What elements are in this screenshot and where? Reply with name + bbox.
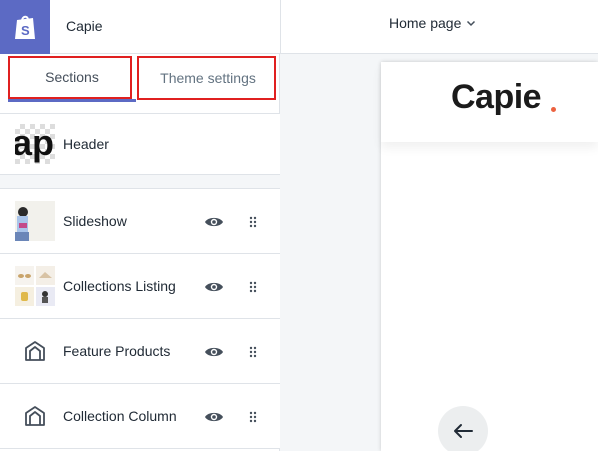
collections-thumbnail-art <box>15 266 55 306</box>
topbar-divider <box>280 0 281 54</box>
section-template-icon <box>25 341 45 361</box>
page-select-label: Home page <box>389 15 462 31</box>
header-thumbnail: ap <box>15 124 55 164</box>
section-row-slideshow[interactable]: Slideshow <box>0 189 280 254</box>
brand-dot <box>551 107 556 112</box>
section-label-collections-listing: Collections Listing <box>63 278 176 294</box>
preview-header: Capie <box>381 62 598 142</box>
eye-icon[interactable] <box>204 410 224 424</box>
tab-theme-settings-label: Theme settings <box>160 70 256 86</box>
section-template-icon <box>25 406 45 426</box>
store-preview-frame[interactable]: Capie <box>381 62 598 451</box>
chevron-down-icon <box>467 20 476 27</box>
eye-icon[interactable] <box>204 345 224 359</box>
store-name: Capie <box>66 18 103 34</box>
drag-handle-icon[interactable] <box>249 216 257 228</box>
slideshow-thumbnail <box>15 201 55 241</box>
section-label-feature-products: Feature Products <box>63 343 171 359</box>
drag-handle-icon[interactable] <box>249 411 257 423</box>
editor-top-bar: S Capie Home page <box>0 0 598 54</box>
section-label-collection-column: Collection Column <box>63 408 177 424</box>
tab-sections[interactable]: Sections <box>8 54 136 102</box>
back-button[interactable] <box>438 406 488 451</box>
section-row-collections-listing[interactable]: Collections Listing <box>0 254 280 319</box>
drag-handle-icon[interactable] <box>249 346 257 358</box>
drag-handle-icon[interactable] <box>249 281 257 293</box>
arrow-left-icon <box>454 424 473 438</box>
section-row-header[interactable]: ap Header <box>0 114 280 175</box>
sections-sidebar: Sections Theme settings ap Header Slides… <box>0 54 280 451</box>
section-row-feature-products[interactable]: Feature Products <box>0 319 280 384</box>
svg-text:S: S <box>21 23 30 38</box>
section-row-collection-column[interactable]: Collection Column <box>0 384 280 449</box>
header-thumbnail-text: ap <box>15 124 55 163</box>
section-group-gap <box>0 175 280 189</box>
tab-theme-settings[interactable]: Theme settings <box>136 54 280 102</box>
section-label-header: Header <box>63 136 109 152</box>
eye-icon[interactable] <box>204 215 224 229</box>
shopify-logo[interactable]: S <box>0 0 50 54</box>
collections-thumbnail <box>15 266 55 306</box>
tab-sections-label: Sections <box>45 68 99 85</box>
section-label-slideshow: Slideshow <box>63 213 127 229</box>
preview-brand-logo: Capie <box>451 78 542 116</box>
shopify-bag-icon: S <box>15 15 35 39</box>
page-select-dropdown[interactable]: Home page <box>389 15 477 31</box>
slideshow-thumbnail-art <box>15 201 55 241</box>
eye-icon[interactable] <box>204 280 224 294</box>
